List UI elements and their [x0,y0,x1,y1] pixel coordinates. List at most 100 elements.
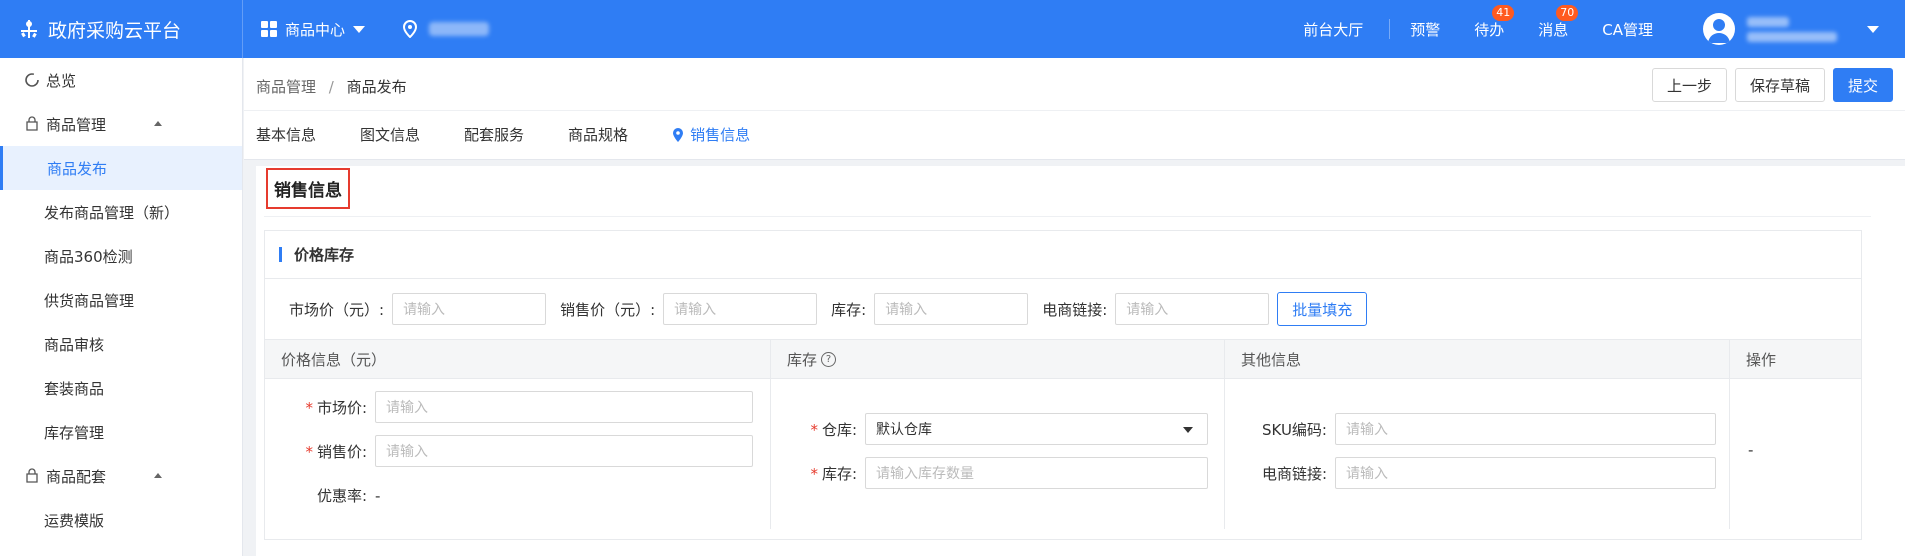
chevron-down-icon [353,25,366,33]
sidebar-item-overview[interactable]: 总览 [0,58,242,102]
market-price-input[interactable]: 请输入 [375,391,753,423]
sidebar-item-label: 运费模版 [44,511,105,530]
sidebar-item-inventory[interactable]: 库存管理 [0,410,242,454]
batch-ecom-link-label: 电商链接: [1042,300,1108,319]
price-stock-card: 价格库存 市场价（元）: 请输入 销售价（元）: 请输入 库存: 请输入 电商链… [264,230,1862,540]
submit-button[interactable]: 提交 [1832,68,1893,102]
ca-management-link[interactable]: CA管理 [1602,19,1653,40]
column-header-other: 其他信息 [1225,340,1730,378]
location-selector[interactable] [403,20,490,38]
tab-bar: 基本信息 图文信息 配套服务 商品规格 销售信息 [256,124,750,145]
warehouse-field: * 仓库: 默认仓库 [771,413,1208,445]
field-label: * 销售价: [265,441,367,462]
card-title-label: 价格库存 [294,246,355,264]
tab-product-spec[interactable]: 商品规格 [568,124,628,145]
field-label: * 市场价: [265,397,367,418]
sale-price-input[interactable]: 请输入 [375,435,753,467]
table-header: 价格信息（元） 库存 ? 其他信息 操作 [265,339,1861,379]
discount-label: 优惠率: [316,487,367,505]
product-center-menu[interactable]: 商品中心 [261,19,366,40]
sidebar-item-bundle-products[interactable]: 套装商品 [0,366,242,410]
discount-value: - [375,486,381,505]
message-link[interactable]: 消息 70 [1538,4,1579,40]
ecom-link-field: 电商链接: 请输入 [1225,457,1716,489]
action-value: - [1748,441,1754,459]
sale-price-field: * 销售价: 请输入 [265,435,753,467]
user-menu-chevron-icon[interactable] [1867,25,1879,33]
tab-basic-info[interactable]: 基本信息 [256,124,316,145]
loading-circle-icon [25,73,39,87]
sku-input[interactable]: 请输入 [1335,413,1716,445]
batch-market-price-input[interactable]: 请输入 [392,293,547,325]
column-header-price: 价格信息（元） [265,340,771,378]
location-pin-icon [403,20,418,38]
help-icon[interactable]: ? [821,351,837,367]
batch-fill-button[interactable]: 批量填充 [1277,292,1368,326]
stock-input[interactable]: 请输入库存数量 [865,457,1208,489]
avatar[interactable] [1703,13,1735,45]
user-info-redacted [1747,16,1837,42]
batch-fill-row: 市场价（元）: 请输入 销售价（元）: 请输入 库存: 请输入 电商链接: 请输… [265,279,1861,339]
platform-logo-icon [21,20,37,38]
title-accent-bar [279,247,282,262]
batch-sale-price-input[interactable]: 请输入 [663,293,818,325]
warning-link[interactable]: 预警 [1410,19,1440,40]
sidebar-item-label: 商品审核 [44,335,105,354]
grid-icon [261,21,277,37]
ecom-link-input[interactable]: 请输入 [1335,457,1716,489]
stock-cell: * 仓库: 默认仓库 * 库存: 请输入库存数量 [771,379,1225,529]
sidebar-item-label: 发布商品管理（新） [44,203,180,222]
sidebar-item-shipping-template[interactable]: 运费模版 [0,498,242,542]
chevron-down-icon [1183,427,1193,433]
sku-label: SKU编码: [1262,420,1327,439]
sidebar-group-product-support[interactable]: 商品配套 [0,454,242,498]
tab-label: 销售信息 [690,126,751,144]
sidebar-item-published-products-new[interactable]: 发布商品管理（新） [0,190,242,234]
table-row: *市场价: 请输入 *销售价: 请输入 优惠率: - *仓库: 默认仓库 [265,379,1861,529]
sales-info-panel: 销售信息 价格库存 市场价（元）: 请输入 销售价（元）: 请输入 库存: 请输… [256,166,1905,556]
todo-badge: 41 [1492,4,1515,21]
sidebar-item-label: 总览 [46,71,77,90]
sidebar-item-label: 库存管理 [44,423,105,442]
warehouse-select[interactable]: 默认仓库 [865,413,1208,445]
sale-price-label: 销售价: [316,442,367,461]
sidebar: 总览 商品管理 商品发布 发布商品管理（新） 商品360检测 供货商品管理 商品… [0,58,243,556]
sidebar-item-product-review[interactable]: 商品审核 [0,322,242,366]
chevron-up-icon [154,121,162,126]
save-draft-button[interactable]: 保存草稿 [1734,68,1825,102]
sidebar-item-product-360-check[interactable]: 商品360检测 [0,234,242,278]
todo-link[interactable]: 待办 41 [1474,4,1515,40]
sidebar-item-supply-products[interactable]: 供货商品管理 [0,278,242,322]
sidebar-item-product-publish[interactable]: 商品发布 [0,146,242,190]
prev-step-button[interactable]: 上一步 [1651,68,1727,102]
warehouse-selected-value: 默认仓库 [876,422,932,438]
sidebar-group-product-management[interactable]: 商品管理 [0,102,242,146]
tab-sales-info[interactable]: 销售信息 [672,124,750,145]
section-title: 销售信息 [266,168,350,209]
field-label: * 仓库: [771,419,857,440]
batch-stock-input[interactable]: 请输入 [874,293,1029,325]
sidebar-group-label: 商品管理 [46,115,107,134]
batch-ecom-link-input[interactable]: 请输入 [1115,293,1270,325]
bag-icon [26,116,38,131]
stock-label: 库存: [821,464,857,483]
breadcrumb-item[interactable]: 商品管理 [256,78,316,96]
discount-field: 优惠率: - [265,485,380,506]
sku-field: SKU编码: 请输入 [1225,413,1716,445]
tab-support-services[interactable]: 配套服务 [464,124,524,145]
header-actions: 上一步 保存草稿 提交 [1651,68,1893,102]
sidebar-item-label: 供货商品管理 [44,291,135,310]
content-header: 商品管理 / 商品发布 上一步 保存草稿 提交 基本信息 图文信息 配套服务 商… [244,58,1905,160]
column-header-label: 库存 [787,350,818,369]
brand-name: 政府采购云平台 [48,19,182,42]
top-bar: 政府采购云平台 商品中心 前台大厅 预警 待办 41 消息 70 CA管理 [0,0,1905,58]
bag-icon [26,468,38,483]
brand[interactable]: 政府采购云平台 [0,0,243,58]
chevron-up-icon [154,473,162,478]
batch-sale-price-label: 销售价（元）: [560,300,656,319]
front-hall-link[interactable]: 前台大厅 [1303,19,1363,40]
divider [1389,19,1391,39]
breadcrumb-separator: / [328,78,334,96]
field-label: * 库存: [771,463,857,484]
tab-image-text[interactable]: 图文信息 [360,124,420,145]
